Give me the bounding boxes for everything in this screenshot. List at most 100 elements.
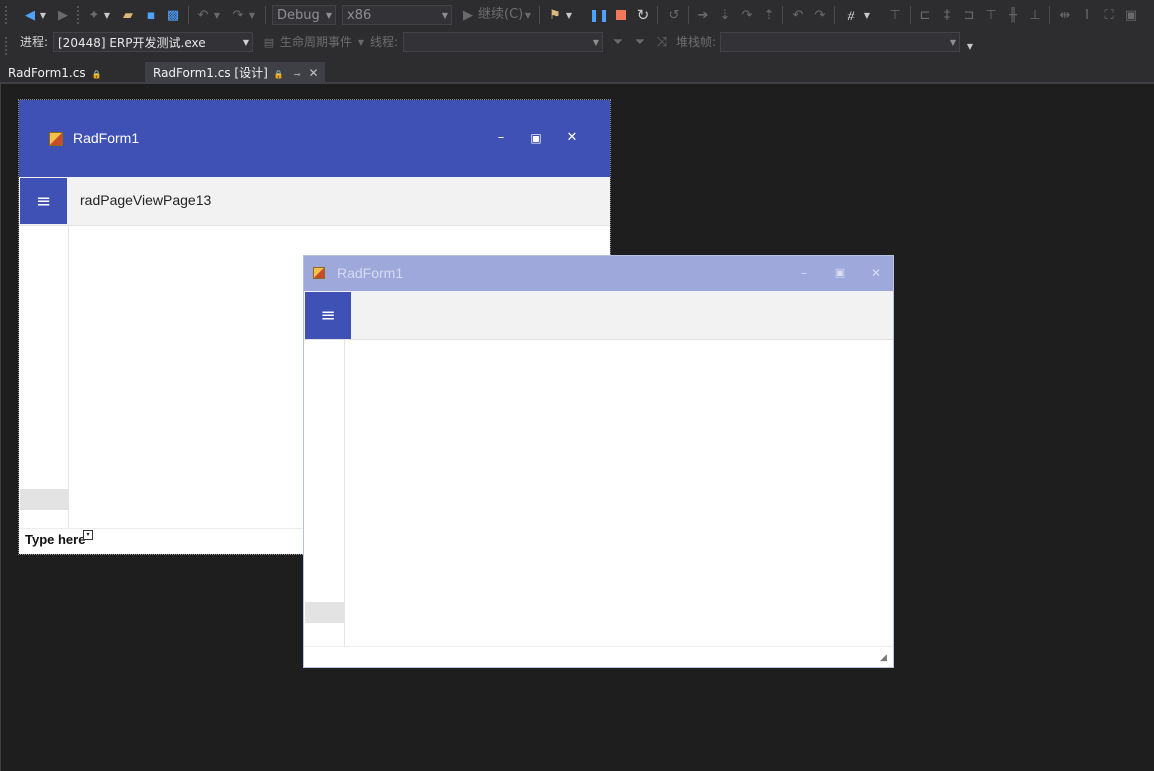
forward-icon[interactable]: ▶	[53, 5, 73, 25]
tab-radform1-code[interactable]: RadForm1.cs 🔒	[0, 62, 108, 84]
page-view-strip	[304, 291, 893, 340]
hamburger-menu-icon[interactable]: ≡	[20, 178, 67, 224]
hamburger-menu-icon[interactable]: ≡	[305, 292, 351, 339]
resize-grip-icon[interactable]: ◢	[880, 653, 887, 663]
step-into-icon[interactable]: ⇣	[715, 5, 735, 25]
footer-divider	[304, 646, 893, 647]
separator	[910, 6, 911, 24]
new-item-dropdown-icon[interactable]: ▼	[101, 5, 113, 25]
toolbar-grip[interactable]	[76, 5, 80, 25]
align-lefts-icon[interactable]: ⊤	[885, 5, 905, 25]
open-folder-icon[interactable]: ▰	[118, 5, 138, 25]
document-tab-bar: RadForm1.cs 🔒 RadForm1.cs [设计] 🔒 ⊸ ✕	[0, 62, 1154, 84]
separator	[188, 6, 189, 24]
step-out-icon[interactable]: ⇡	[759, 5, 779, 25]
restart-icon[interactable]: ↻	[633, 5, 653, 25]
process-combo[interactable]: [20448] ERP开发测试.exe ▼	[53, 32, 253, 52]
flag-threads-icon[interactable]: ⤨	[652, 32, 672, 52]
close-icon[interactable]: ✕	[868, 265, 884, 281]
stackframe-label: 堆栈帧:	[676, 35, 717, 49]
navigation-column	[19, 226, 69, 528]
chevron-down-icon: ▼	[441, 11, 448, 20]
platform-combo[interactable]: x86 ▼	[342, 5, 452, 25]
chevron-down-icon: ▼	[592, 38, 599, 47]
lifecycle-events-button[interactable]: 生命周期事件	[280, 32, 352, 52]
separator	[782, 6, 783, 24]
close-icon[interactable]: ✕	[308, 66, 318, 80]
continue-dropdown-icon[interactable]: ▼	[522, 5, 534, 25]
nav-item-selected[interactable]	[305, 602, 344, 623]
toolbar-grip[interactable]	[4, 36, 8, 56]
redo-icon[interactable]: ↷	[228, 5, 248, 25]
smart-tag-icon[interactable]: ▾	[83, 530, 93, 540]
align-left-icon[interactable]: ⊏	[915, 5, 935, 25]
lock-icon: 🔒	[273, 70, 284, 79]
attach-dropdown-icon[interactable]: ▼	[563, 5, 575, 25]
toolbar-grip[interactable]	[4, 5, 8, 25]
align-top-icon[interactable]: ⊤	[981, 5, 1001, 25]
pin-icon[interactable]: ⊸	[294, 70, 301, 79]
lifecycle-dropdown-icon[interactable]: ▼	[356, 32, 366, 52]
align-middle-icon[interactable]: ╫	[1003, 5, 1023, 25]
tab-radform1-designer[interactable]: RadForm1.cs [设计] 🔒 ⊸ ✕	[145, 62, 325, 84]
hot-reload-icon[interactable]: ↺	[664, 5, 684, 25]
redo-dropdown-icon[interactable]: ▼	[246, 5, 258, 25]
chevron-down-icon: ▼	[325, 11, 332, 20]
undo-layout-icon[interactable]: ↶	[788, 5, 808, 25]
filter-icon[interactable]: ⏷	[608, 32, 628, 52]
minimize-icon[interactable]: –	[493, 130, 509, 146]
undo-icon[interactable]: ↶	[193, 5, 213, 25]
radform-window[interactable]: RadForm1 – ▣ ✕ ≡ ◢	[303, 255, 894, 668]
thread-combo[interactable]: ▼	[403, 32, 603, 52]
nav-item-selected[interactable]	[20, 489, 68, 510]
back-dropdown-icon[interactable]: ▼	[37, 5, 49, 25]
size-to-grid-icon[interactable]: ▣	[1121, 5, 1141, 25]
stop-icon[interactable]	[611, 5, 631, 25]
lock-icon: 🔒	[91, 70, 102, 79]
close-icon[interactable]: ✕	[564, 130, 580, 146]
align-bottom-icon[interactable]: ⊥	[1025, 5, 1045, 25]
configuration-value: Debug	[277, 8, 320, 23]
separator	[1049, 6, 1050, 24]
lifecycle-events-icon[interactable]: ▤	[259, 32, 279, 52]
minimize-icon[interactable]: –	[796, 265, 812, 281]
form-title-bar[interactable]: RadForm1 – ▣ ✕	[304, 256, 893, 291]
attach-process-icon[interactable]: ⚑	[545, 5, 565, 25]
align-center-icon[interactable]: ‡	[937, 5, 957, 25]
platform-value: x86	[347, 8, 372, 23]
thread-label: 线程:	[370, 35, 399, 49]
process-label: 进程:	[20, 35, 49, 49]
continue-button[interactable]: 继续(C)	[478, 5, 523, 25]
separator	[539, 6, 540, 24]
maximize-icon[interactable]: ▣	[528, 130, 544, 146]
maximize-icon[interactable]: ▣	[832, 265, 848, 281]
separator	[657, 6, 658, 24]
show-next-statement-icon[interactable]: ➔	[693, 5, 713, 25]
stackframe-combo[interactable]: ▼	[720, 32, 960, 52]
same-height-icon[interactable]: I	[1077, 5, 1097, 25]
debug-location-toolbar: 进程: [20448] ERP开发测试.exe ▼ ▤ 生命周期事件 ▼ 线程:…	[0, 30, 1154, 62]
separator	[265, 6, 266, 24]
pause-icon[interactable]: ❚❚	[589, 5, 609, 25]
step-over-icon[interactable]: ↷	[737, 5, 757, 25]
form-icon	[313, 267, 325, 279]
align-grid-icon[interactable]: ⧣	[841, 5, 861, 25]
undo-dropdown-icon[interactable]: ▼	[211, 5, 223, 25]
filter-dropdown-icon[interactable]: ⏷	[630, 32, 650, 52]
redo-layout-icon[interactable]: ↷	[810, 5, 830, 25]
align-dropdown-icon[interactable]: ▼	[861, 5, 873, 25]
same-size-icon[interactable]: ⛶	[1099, 5, 1119, 25]
continue-icon[interactable]: ▶	[458, 5, 478, 25]
align-right-icon[interactable]: ⊐	[959, 5, 979, 25]
save-all-icon[interactable]: ▩	[163, 5, 183, 25]
form-title: RadForm1	[73, 130, 140, 146]
toolbar-options-icon[interactable]: ▼	[964, 36, 976, 56]
same-width-icon[interactable]: ⇹	[1055, 5, 1075, 25]
configuration-combo[interactable]: Debug ▼	[272, 5, 336, 25]
standard-toolbar: ◀ ▼ ▶ ✦ ▼ ▰ ▪ ▩ ↶ ▼ ↷ ▼ Debug ▼ x86 ▼ ▶ …	[0, 0, 1154, 30]
form-title-bar[interactable]: RadForm1 – ▣ ✕	[19, 100, 610, 177]
navigation-column	[304, 340, 345, 646]
separator	[834, 6, 835, 24]
type-here-menu[interactable]: Type here	[25, 532, 85, 547]
save-icon[interactable]: ▪	[141, 5, 161, 25]
